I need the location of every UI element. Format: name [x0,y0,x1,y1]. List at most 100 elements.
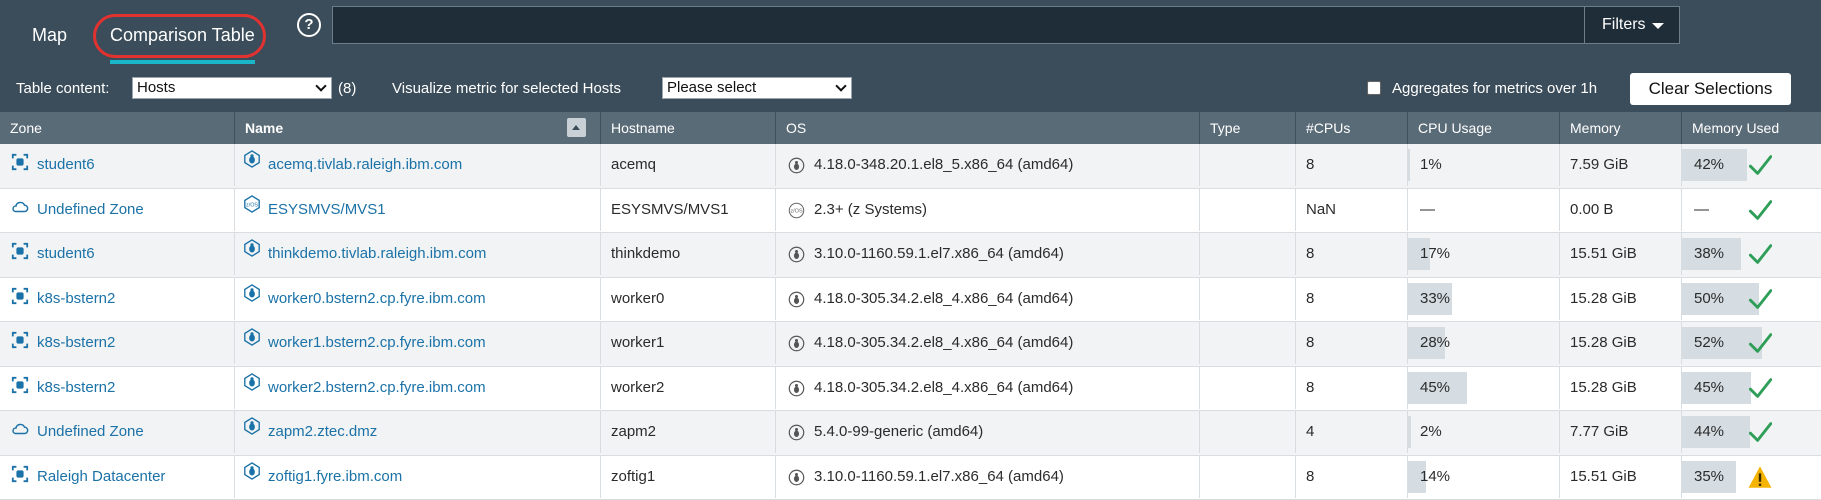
name-cell[interactable]: zoftig1.fyre.ibm.com [235,456,601,498]
health-check-icon [1748,198,1772,222]
host-name-link[interactable]: worker1.bstern2.cp.fyre.ibm.com [268,334,486,351]
type-cell [1200,278,1296,320]
memory-cell: 15.28 GiB [1560,367,1682,409]
name-cell[interactable]: acemq.tivlab.raleigh.ibm.com [235,144,601,186]
name-cell[interactable]: worker0.bstern2.cp.fyre.ibm.com [235,278,601,320]
visualize-metric-value: Please select [667,79,756,96]
host-name-link[interactable]: acemq.tivlab.raleigh.ibm.com [268,156,462,173]
host-name-link[interactable]: worker2.bstern2.cp.fyre.ibm.com [268,379,486,396]
host-name-link[interactable]: ESYSMVS/MVS1 [268,201,386,218]
linux-host-icon [243,239,261,257]
zone-icon [11,376,29,394]
column-header-hostname[interactable]: Hostname [601,112,776,144]
os-text: 3.10.0-1160.59.1.el7.x86_64 (amd64) [814,468,1064,485]
table-row[interactable]: k8s-bstern2 worker2.bstern2.cp.fyre.ibm.c… [0,367,1821,412]
cpus-cell: 8 [1296,367,1408,409]
memory-text: 0.00 B [1570,201,1613,218]
hostname-text: thinkdemo [611,245,680,262]
memory-cell: 0.00 B [1560,189,1682,231]
zone-link[interactable]: student6 [37,156,95,173]
memory-cell: 7.59 GiB [1560,144,1682,186]
zone-cell[interactable]: Raleigh Datacenter [0,456,235,498]
filters-label: Filters [1602,16,1646,33]
zone-cell[interactable]: Undefined Zone [0,411,235,453]
tab-comparison-table[interactable]: Comparison Table [110,0,255,64]
table-row[interactable]: student6 thinkdemo.tivlab.raleigh.ibm.com… [0,233,1821,278]
memory-used-text: 44% [1694,411,1724,453]
zone-link[interactable]: k8s-bstern2 [37,290,115,307]
memory-used-text: 45% [1694,367,1724,409]
memory-text: 7.77 GiB [1570,423,1628,440]
zone-icon [11,465,29,483]
column-header-name[interactable]: Name [235,112,601,144]
name-cell[interactable]: worker2.bstern2.cp.fyre.ibm.com [235,367,601,409]
hostname-text: acemq [611,156,656,173]
search-input[interactable] [332,6,1584,44]
health-check-icon [1748,376,1772,400]
hostname-cell: worker1 [601,322,776,364]
zone-link[interactable]: student6 [37,245,95,262]
table-row[interactable]: k8s-bstern2 worker0.bstern2.cp.fyre.ibm.c… [0,278,1821,323]
zone-link[interactable]: k8s-bstern2 [37,379,115,396]
memory-used-text: 42% [1694,144,1724,186]
cpus-cell: 8 [1296,456,1408,498]
column-header-type[interactable]: Type [1200,112,1296,144]
column-header-memory[interactable]: Memory [1560,112,1682,144]
os-text: 4.18.0-305.34.2.el8_4.x86_64 (amd64) [814,379,1073,396]
host-name-link[interactable]: zapm2.ztec.dmz [268,423,377,440]
zone-cell[interactable]: student6 [0,233,235,275]
hostname-cell: zapm2 [601,411,776,453]
cpu-usage-cell: 14% [1408,456,1560,498]
hostname-text: worker1 [611,334,664,351]
zone-link[interactable]: Undefined Zone [37,201,144,218]
cpu-usage-cell: 1% [1408,144,1560,186]
hostname-cell: ESYSMVS/MVS1 [601,189,776,231]
clear-selections-button[interactable]: Clear Selections [1630,73,1791,105]
sort-ascending-icon[interactable] [567,118,586,137]
visualize-label: Visualize metric for selected Hosts [392,80,621,97]
name-cell[interactable]: zapm2.ztec.dmz [235,411,601,453]
table-row[interactable]: Undefined Zonezapm2.ztec.dmzzapm25.4.0-9… [0,411,1821,456]
zone-cell[interactable]: Undefined Zone [0,189,235,231]
cpu-usage-cell: — [1408,189,1560,231]
zone-cell[interactable]: k8s-bstern2 [0,278,235,320]
zone-link[interactable]: Undefined Zone [37,423,144,440]
cpus-text: 8 [1306,379,1314,396]
table-content-select[interactable]: Hosts [132,77,332,99]
linux-icon [788,380,805,397]
table-row[interactable]: k8s-bstern2 worker1.bstern2.cp.fyre.ibm.c… [0,322,1821,367]
zone-cell[interactable]: k8s-bstern2 [0,367,235,409]
zone-link[interactable]: Raleigh Datacenter [37,468,165,485]
name-cell[interactable]: worker1.bstern2.cp.fyre.ibm.com [235,322,601,364]
cpus-cell: 8 [1296,144,1408,186]
host-name-link[interactable]: zoftig1.fyre.ibm.com [268,468,402,485]
zone-link[interactable]: k8s-bstern2 [37,334,115,351]
tab-map[interactable]: Map [32,0,67,64]
host-name-link[interactable]: thinkdemo.tivlab.raleigh.ibm.com [268,245,486,262]
name-cell[interactable]: thinkdemo.tivlab.raleigh.ibm.com [235,233,601,275]
help-icon[interactable]: ? [297,13,321,37]
column-header-zone[interactable]: Zone [0,112,235,144]
table-row[interactable]: Raleigh Datacenter zoftig1.fyre.ibm.com zo… [0,456,1821,500]
cpus-cell: 8 [1296,233,1408,275]
column-header-cpu-usage[interactable]: CPU Usage [1408,112,1560,144]
cpus-cell: NaN [1296,189,1408,231]
type-cell [1200,367,1296,409]
column-header-cpus[interactable]: #CPUs [1296,112,1408,144]
table-row[interactable]: Undefined Zone z/OSESYSMVS/MVS1ESYSMVS/MV… [0,189,1821,234]
zone-cell[interactable]: k8s-bstern2 [0,322,235,364]
cpus-text: 4 [1306,423,1314,440]
column-header-memory-used[interactable]: Memory Used [1682,112,1821,144]
column-header-os[interactable]: OS [776,112,1200,144]
memory-text: 15.28 GiB [1570,334,1637,351]
zone-cell[interactable]: student6 [0,144,235,186]
filters-button[interactable]: Filters [1584,6,1680,44]
name-cell[interactable]: z/OSESYSMVS/MVS1 [235,189,601,231]
health-check-icon [1748,420,1772,444]
host-name-link[interactable]: worker0.bstern2.cp.fyre.ibm.com [268,290,486,307]
hostname-cell: zoftig1 [601,456,776,498]
visualize-metric-select[interactable]: Please select [662,77,852,99]
aggregates-checkbox[interactable] [1367,81,1381,95]
table-row[interactable]: student6 acemq.tivlab.raleigh.ibm.com acem… [0,144,1821,189]
table-body: student6 acemq.tivlab.raleigh.ibm.com acem… [0,144,1821,500]
